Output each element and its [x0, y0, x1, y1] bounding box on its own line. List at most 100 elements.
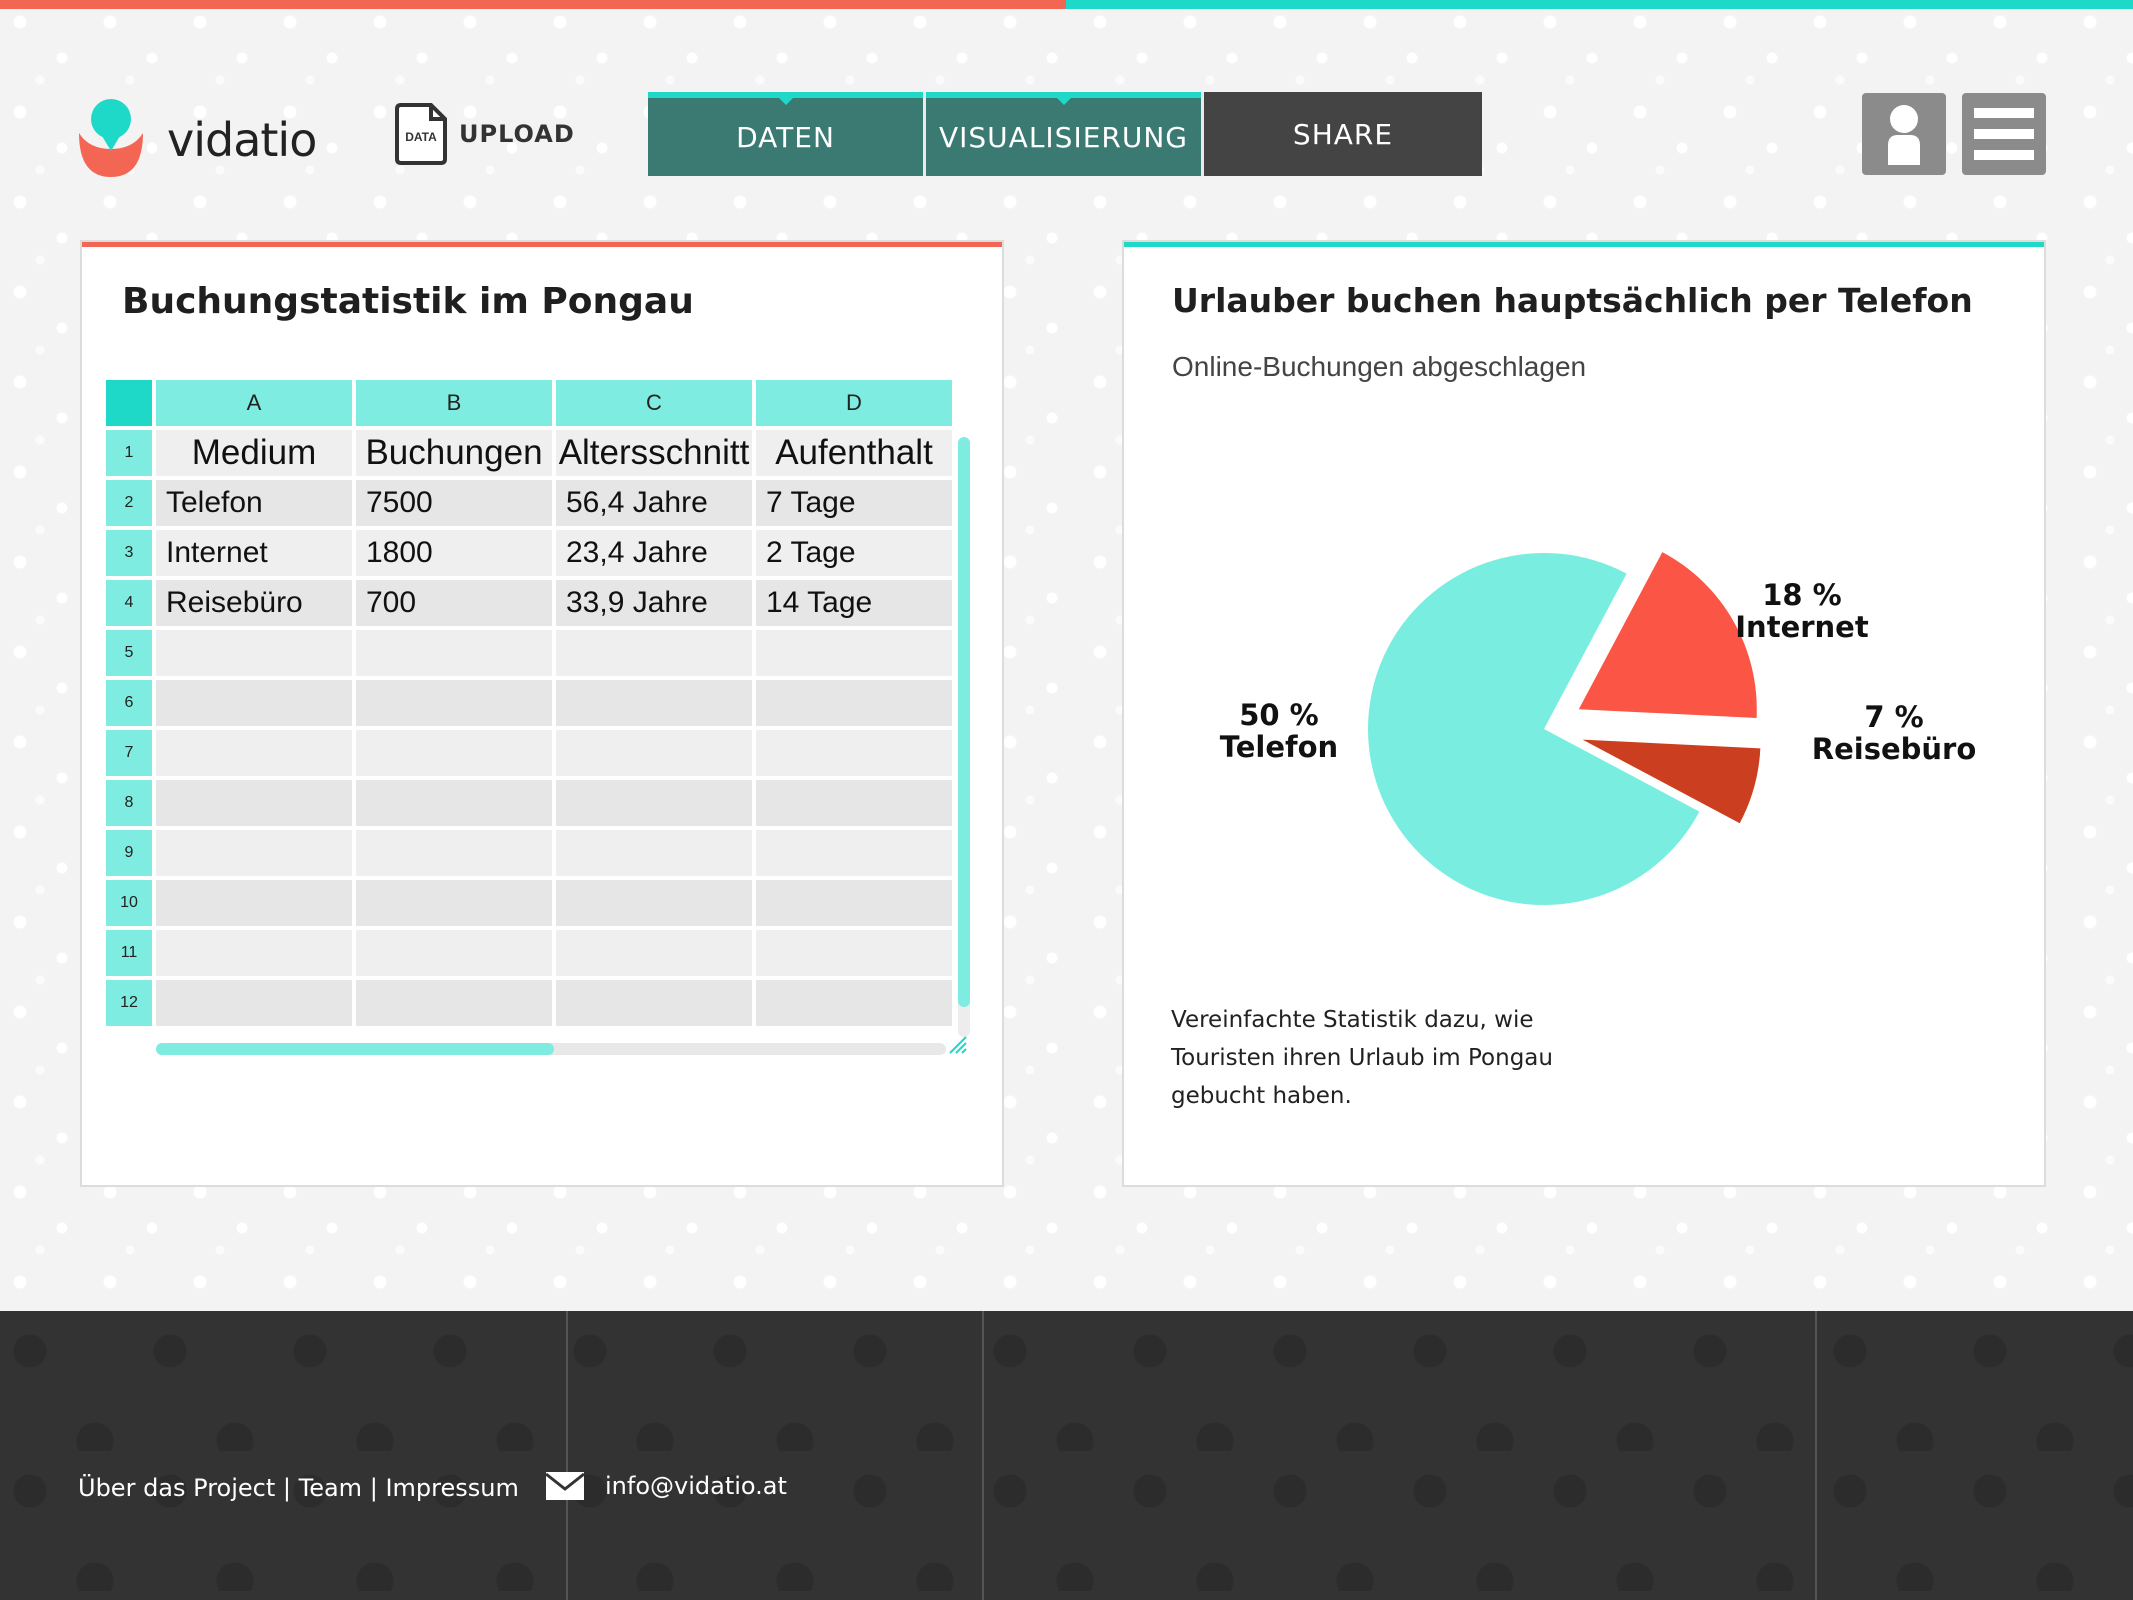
top-accent-bar	[0, 0, 2133, 9]
column-header[interactable]: C	[556, 380, 752, 426]
row-header[interactable]: 2	[106, 480, 152, 526]
table-cell[interactable]	[756, 830, 952, 876]
table-cell[interactable]	[356, 980, 552, 1026]
table-cell[interactable]: 700	[356, 580, 552, 626]
horizontal-scrollbar[interactable]	[156, 1043, 946, 1055]
vidatio-logo[interactable]: vidatio	[75, 95, 317, 185]
table-cell[interactable]	[156, 880, 352, 926]
table-cell[interactable]	[156, 780, 352, 826]
footer-email-link[interactable]: info@vidatio.at	[545, 1471, 787, 1501]
pie-category-label: Telefon	[1220, 730, 1338, 764]
upload-button[interactable]: DATA UPLOAD	[395, 103, 575, 165]
table-cell[interactable]: 7500	[356, 480, 552, 526]
table-cell[interactable]	[356, 880, 552, 926]
row-header[interactable]: 6	[106, 680, 152, 726]
table-cell[interactable]	[356, 830, 552, 876]
table-cell[interactable]: 2 Tage	[756, 530, 952, 576]
table-cell[interactable]: 1800	[356, 530, 552, 576]
chart-description: Vereinfachte Statistik dazu, wie Tourist…	[1171, 1007, 1553, 1109]
main-nav: DATEN VISUALISIERUNG SHARE	[648, 92, 1482, 176]
table-cell[interactable]: 7 Tage	[756, 480, 952, 526]
sheet-corner[interactable]	[106, 380, 152, 426]
mail-icon	[545, 1472, 585, 1500]
tab-daten[interactable]: DATEN	[648, 92, 923, 176]
footer-link-team[interactable]: Team	[299, 1474, 362, 1502]
vertical-scrollbar-thumb[interactable]	[958, 437, 970, 1007]
table-cell[interactable]	[756, 880, 952, 926]
table-cell[interactable]	[356, 680, 552, 726]
pie-label-telefon: 50 % Telefon	[1220, 698, 1338, 764]
vertical-scrollbar[interactable]	[958, 437, 970, 1037]
tab-share[interactable]: SHARE	[1204, 92, 1482, 176]
table-cell[interactable]	[356, 630, 552, 676]
row-header[interactable]: 8	[106, 780, 152, 826]
data-file-icon: DATA	[395, 103, 447, 165]
table-cell[interactable]	[556, 880, 752, 926]
header-cell[interactable]: Medium	[156, 430, 352, 476]
table-cell[interactable]: Telefon	[156, 480, 352, 526]
pie-label-reisebüro: 7 % Reisebüro	[1812, 700, 1977, 766]
header-cell[interactable]: Buchungen	[356, 430, 552, 476]
logo-drop-icon	[79, 99, 143, 177]
column-header[interactable]: A	[156, 380, 352, 426]
row-header[interactable]: 7	[106, 730, 152, 776]
header-cell[interactable]: Altersschnitt	[556, 430, 752, 476]
table-cell[interactable]	[156, 730, 352, 776]
table-cell[interactable]: 33,9 Jahre	[556, 580, 752, 626]
table-cell[interactable]	[556, 680, 752, 726]
pie-chart[interactable]: 50 % Telefon 18 % Internet 7 % Reisebüro	[1124, 247, 2044, 967]
table-cell[interactable]: 56,4 Jahre	[556, 480, 752, 526]
row-header[interactable]: 4	[106, 580, 152, 626]
footer-link-about[interactable]: Über das Project	[78, 1474, 275, 1502]
table-cell[interactable]	[356, 930, 552, 976]
row-header[interactable]: 11	[106, 930, 152, 976]
column-header[interactable]: B	[356, 380, 552, 426]
tab-visualisierung-label: VISUALISIERUNG	[938, 120, 1188, 154]
logo-text: vidatio	[167, 113, 317, 167]
footer-link-impressum[interactable]: Impressum	[385, 1474, 518, 1502]
row-header[interactable]: 3	[106, 530, 152, 576]
table-cell[interactable]	[556, 730, 752, 776]
footer-email: info@vidatio.at	[605, 1472, 787, 1500]
table-cell[interactable]	[756, 780, 952, 826]
row-header[interactable]: 10	[106, 880, 152, 926]
table-cell[interactable]	[156, 830, 352, 876]
column-header[interactable]: D	[756, 380, 952, 426]
table-cell[interactable]	[556, 930, 752, 976]
table-cell[interactable]	[156, 980, 352, 1026]
horizontal-scrollbar-thumb[interactable]	[156, 1043, 554, 1055]
table-cell[interactable]: Internet	[156, 530, 352, 576]
table-cell[interactable]: 14 Tage	[756, 580, 952, 626]
table-cell[interactable]	[756, 680, 952, 726]
table-cell[interactable]	[156, 630, 352, 676]
resize-handle-icon[interactable]	[948, 1035, 968, 1055]
footer-sep: |	[282, 1474, 291, 1502]
table-cell[interactable]	[756, 730, 952, 776]
table-cell[interactable]	[556, 630, 752, 676]
table-cell[interactable]	[756, 630, 952, 676]
header-cell[interactable]: Aufenthalt	[756, 430, 952, 476]
table-cell[interactable]: Reisebüro	[156, 580, 352, 626]
table-cell[interactable]	[156, 680, 352, 726]
table-cell[interactable]	[356, 780, 552, 826]
user-button[interactable]	[1862, 93, 1946, 175]
table-cell[interactable]	[756, 980, 952, 1026]
table-cell[interactable]	[556, 780, 752, 826]
pie-category-label: Internet	[1735, 610, 1869, 644]
top-accent-red	[0, 0, 1066, 9]
footer-divider	[1815, 1311, 1817, 1600]
table-cell[interactable]	[356, 730, 552, 776]
table-cell[interactable]: 23,4 Jahre	[556, 530, 752, 576]
menu-button[interactable]	[1962, 93, 2046, 175]
row-header[interactable]: 9	[106, 830, 152, 876]
row-header[interactable]: 5	[106, 630, 152, 676]
table-cell[interactable]	[756, 930, 952, 976]
table-cell[interactable]	[556, 980, 752, 1026]
pie-label-internet: 18 % Internet	[1735, 578, 1869, 644]
tab-visualisierung[interactable]: VISUALISIERUNG	[926, 92, 1201, 176]
row-header[interactable]: 12	[106, 980, 152, 1026]
table-cell[interactable]	[556, 830, 752, 876]
table-cell[interactable]	[156, 930, 352, 976]
footer-links: Über das Project | Team | Impressum	[78, 1474, 519, 1502]
row-header[interactable]: 1	[106, 430, 152, 476]
